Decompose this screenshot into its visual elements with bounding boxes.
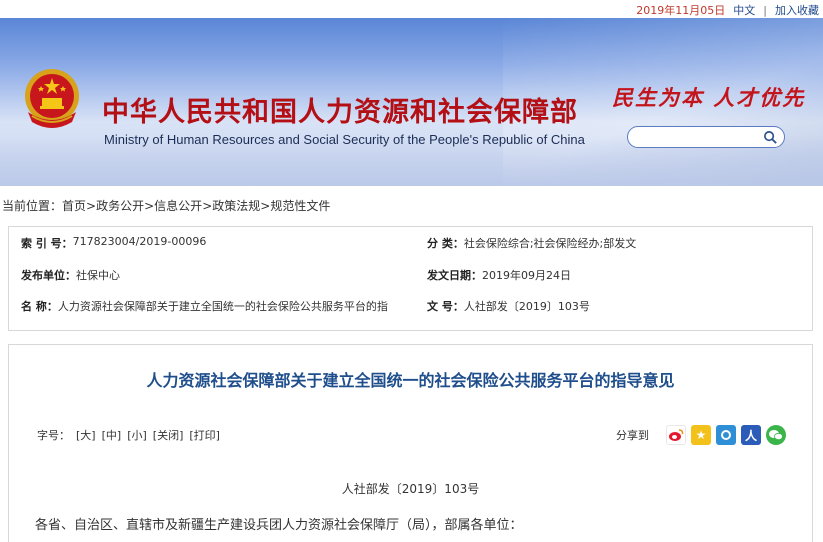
current-date: 2019年11月05日 (636, 4, 726, 17)
meta-publisher-label: 发布单位： (21, 269, 76, 282)
add-favorite-link[interactable]: 加入收藏 (775, 2, 819, 18)
article-addressee: 各省、自治区、直辖市及新疆生产建设兵团人力资源社会保障厅（局），部属各单位： (35, 518, 523, 533)
meta-category-row: 分 类： 社会保险综合;社会保险经办;部发文 (427, 235, 636, 251)
meta-publisher-value: 社保中心 (76, 269, 120, 282)
favorite-star-icon[interactable]: ★ (691, 425, 711, 445)
site-title[interactable]: 中华人民共和国人力资源和社会保障部 (102, 90, 578, 129)
meta-index-row: 索 引 号： 717823004/2019-00096 (21, 235, 206, 251)
meta-name-label: 名 称： (21, 300, 58, 313)
meta-date-row: 发文日期： 2019年09月24日 (427, 267, 571, 283)
breadcrumb-info-disclosure[interactable]: 信息公开 (154, 199, 202, 213)
weibo-icon[interactable] (666, 425, 686, 445)
meta-category-label: 分 类： (427, 237, 464, 250)
meta-index-value: 717823004/2019-00096 (72, 235, 207, 248)
breadcrumb: 当前位置：首页>政务公开>信息公开>政策法规>规范性文件 (0, 186, 823, 226)
breadcrumb-separator: > (202, 199, 213, 213)
article-container: 人力资源社会保障部关于建立全国统一的社会保险公共服务平台的指导意见 字号： [大… (8, 344, 813, 542)
breadcrumb-policies[interactable]: 政策法规 (212, 199, 260, 213)
meta-docno-value: 人社部发〔2019〕103号 (463, 300, 590, 313)
qq-icon[interactable] (716, 425, 736, 445)
font-size-label: 字号： (37, 429, 70, 442)
share-label: 分享到 (616, 429, 649, 442)
national-emblem-icon (25, 69, 79, 128)
breadcrumb-gov-affairs[interactable]: 政务公开 (96, 199, 144, 213)
font-size-small-button[interactable]: [小] (127, 427, 147, 443)
breadcrumb-separator: > (260, 199, 271, 213)
document-metadata: 索 引 号： 717823004/2019-00096 分 类： 社会保险综合;… (8, 226, 813, 331)
search-input[interactable] (636, 127, 766, 147)
wechat-icon[interactable] (766, 425, 786, 445)
font-size-medium-button[interactable]: [中] (102, 427, 122, 443)
breadcrumb-normative-docs[interactable]: 规范性文件 (270, 199, 330, 213)
close-window-button[interactable]: [关闭] (153, 427, 184, 443)
meta-name-row: 名 称： 人力资源社会保障部关于建立全国统一的社会保险公共服务平台的指 (21, 298, 388, 314)
share-bar: 分享到 ★ 人 (616, 425, 786, 445)
meta-date-value: 2019年09月24日 (482, 269, 571, 282)
font-size-large-button[interactable]: [大] (76, 427, 96, 443)
article-title: 人力资源社会保障部关于建立全国统一的社会保险公共服务平台的指导意见 (146, 371, 675, 390)
breadcrumb-separator: > (144, 199, 155, 213)
meta-docno-label: 文 号： (427, 300, 464, 313)
search-box[interactable] (627, 126, 785, 148)
meta-category-value: 社会保险综合;社会保险经办;部发文 (463, 237, 637, 250)
site-subtitle: Ministry of Human Resources and Social S… (104, 132, 585, 147)
meta-index-label: 索 引 号： (21, 237, 73, 250)
search-icon[interactable] (763, 130, 778, 145)
breadcrumb-separator: > (86, 199, 97, 213)
language-link[interactable]: 中文 (733, 2, 755, 18)
breadcrumb-home[interactable]: 首页 (62, 199, 86, 213)
print-button[interactable]: [打印] (189, 427, 220, 443)
breadcrumb-prefix: 当前位置： (2, 199, 63, 213)
meta-date-label: 发文日期： (427, 269, 482, 282)
meta-publisher-row: 发布单位： 社保中心 (21, 267, 120, 283)
site-slogan: 民生为本 人才优先 (612, 85, 806, 110)
meta-name-value: 人力资源社会保障部关于建立全国统一的社会保险公共服务平台的指 (57, 300, 388, 313)
site-banner: 中华人民共和国人力资源和社会保障部 Ministry of Human Reso… (0, 18, 823, 186)
meta-docno-row: 文 号： 人社部发〔2019〕103号 (427, 298, 590, 314)
divider: | (763, 3, 767, 17)
document-number: 人社部发〔2019〕103号 (341, 482, 480, 496)
top-bar: 2019年11月05日 中文 | 加入收藏 (0, 0, 823, 18)
renren-icon[interactable]: 人 (741, 425, 761, 445)
font-size-controls: 字号： [大] [中] [小] [关闭] [打印] (37, 427, 220, 443)
